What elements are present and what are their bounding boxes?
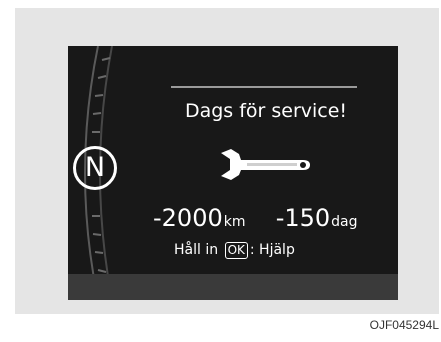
separator-line: [171, 86, 357, 88]
help-suffix: : Hjälp: [249, 242, 295, 258]
gear-indicator: N: [73, 146, 117, 190]
ok-button-label: OK: [224, 242, 248, 259]
figure-code: OJF045294L: [369, 318, 439, 332]
help-prefix: Håll in: [174, 242, 219, 258]
days-value: -150: [275, 204, 331, 232]
distance-value: -2000: [153, 204, 223, 232]
cluster-display: N Dags för service! -2000km -150dag Håll…: [68, 46, 398, 300]
days-unit: dag: [331, 214, 358, 230]
service-message: Dags för service!: [184, 100, 348, 122]
service-due-values: -2000km -150dag: [153, 204, 383, 232]
help-hint: Håll in OK: Hjälp: [174, 242, 364, 259]
distance-unit: km: [223, 214, 246, 230]
wrench-icon: [221, 149, 310, 180]
bottom-band: [68, 274, 398, 300]
